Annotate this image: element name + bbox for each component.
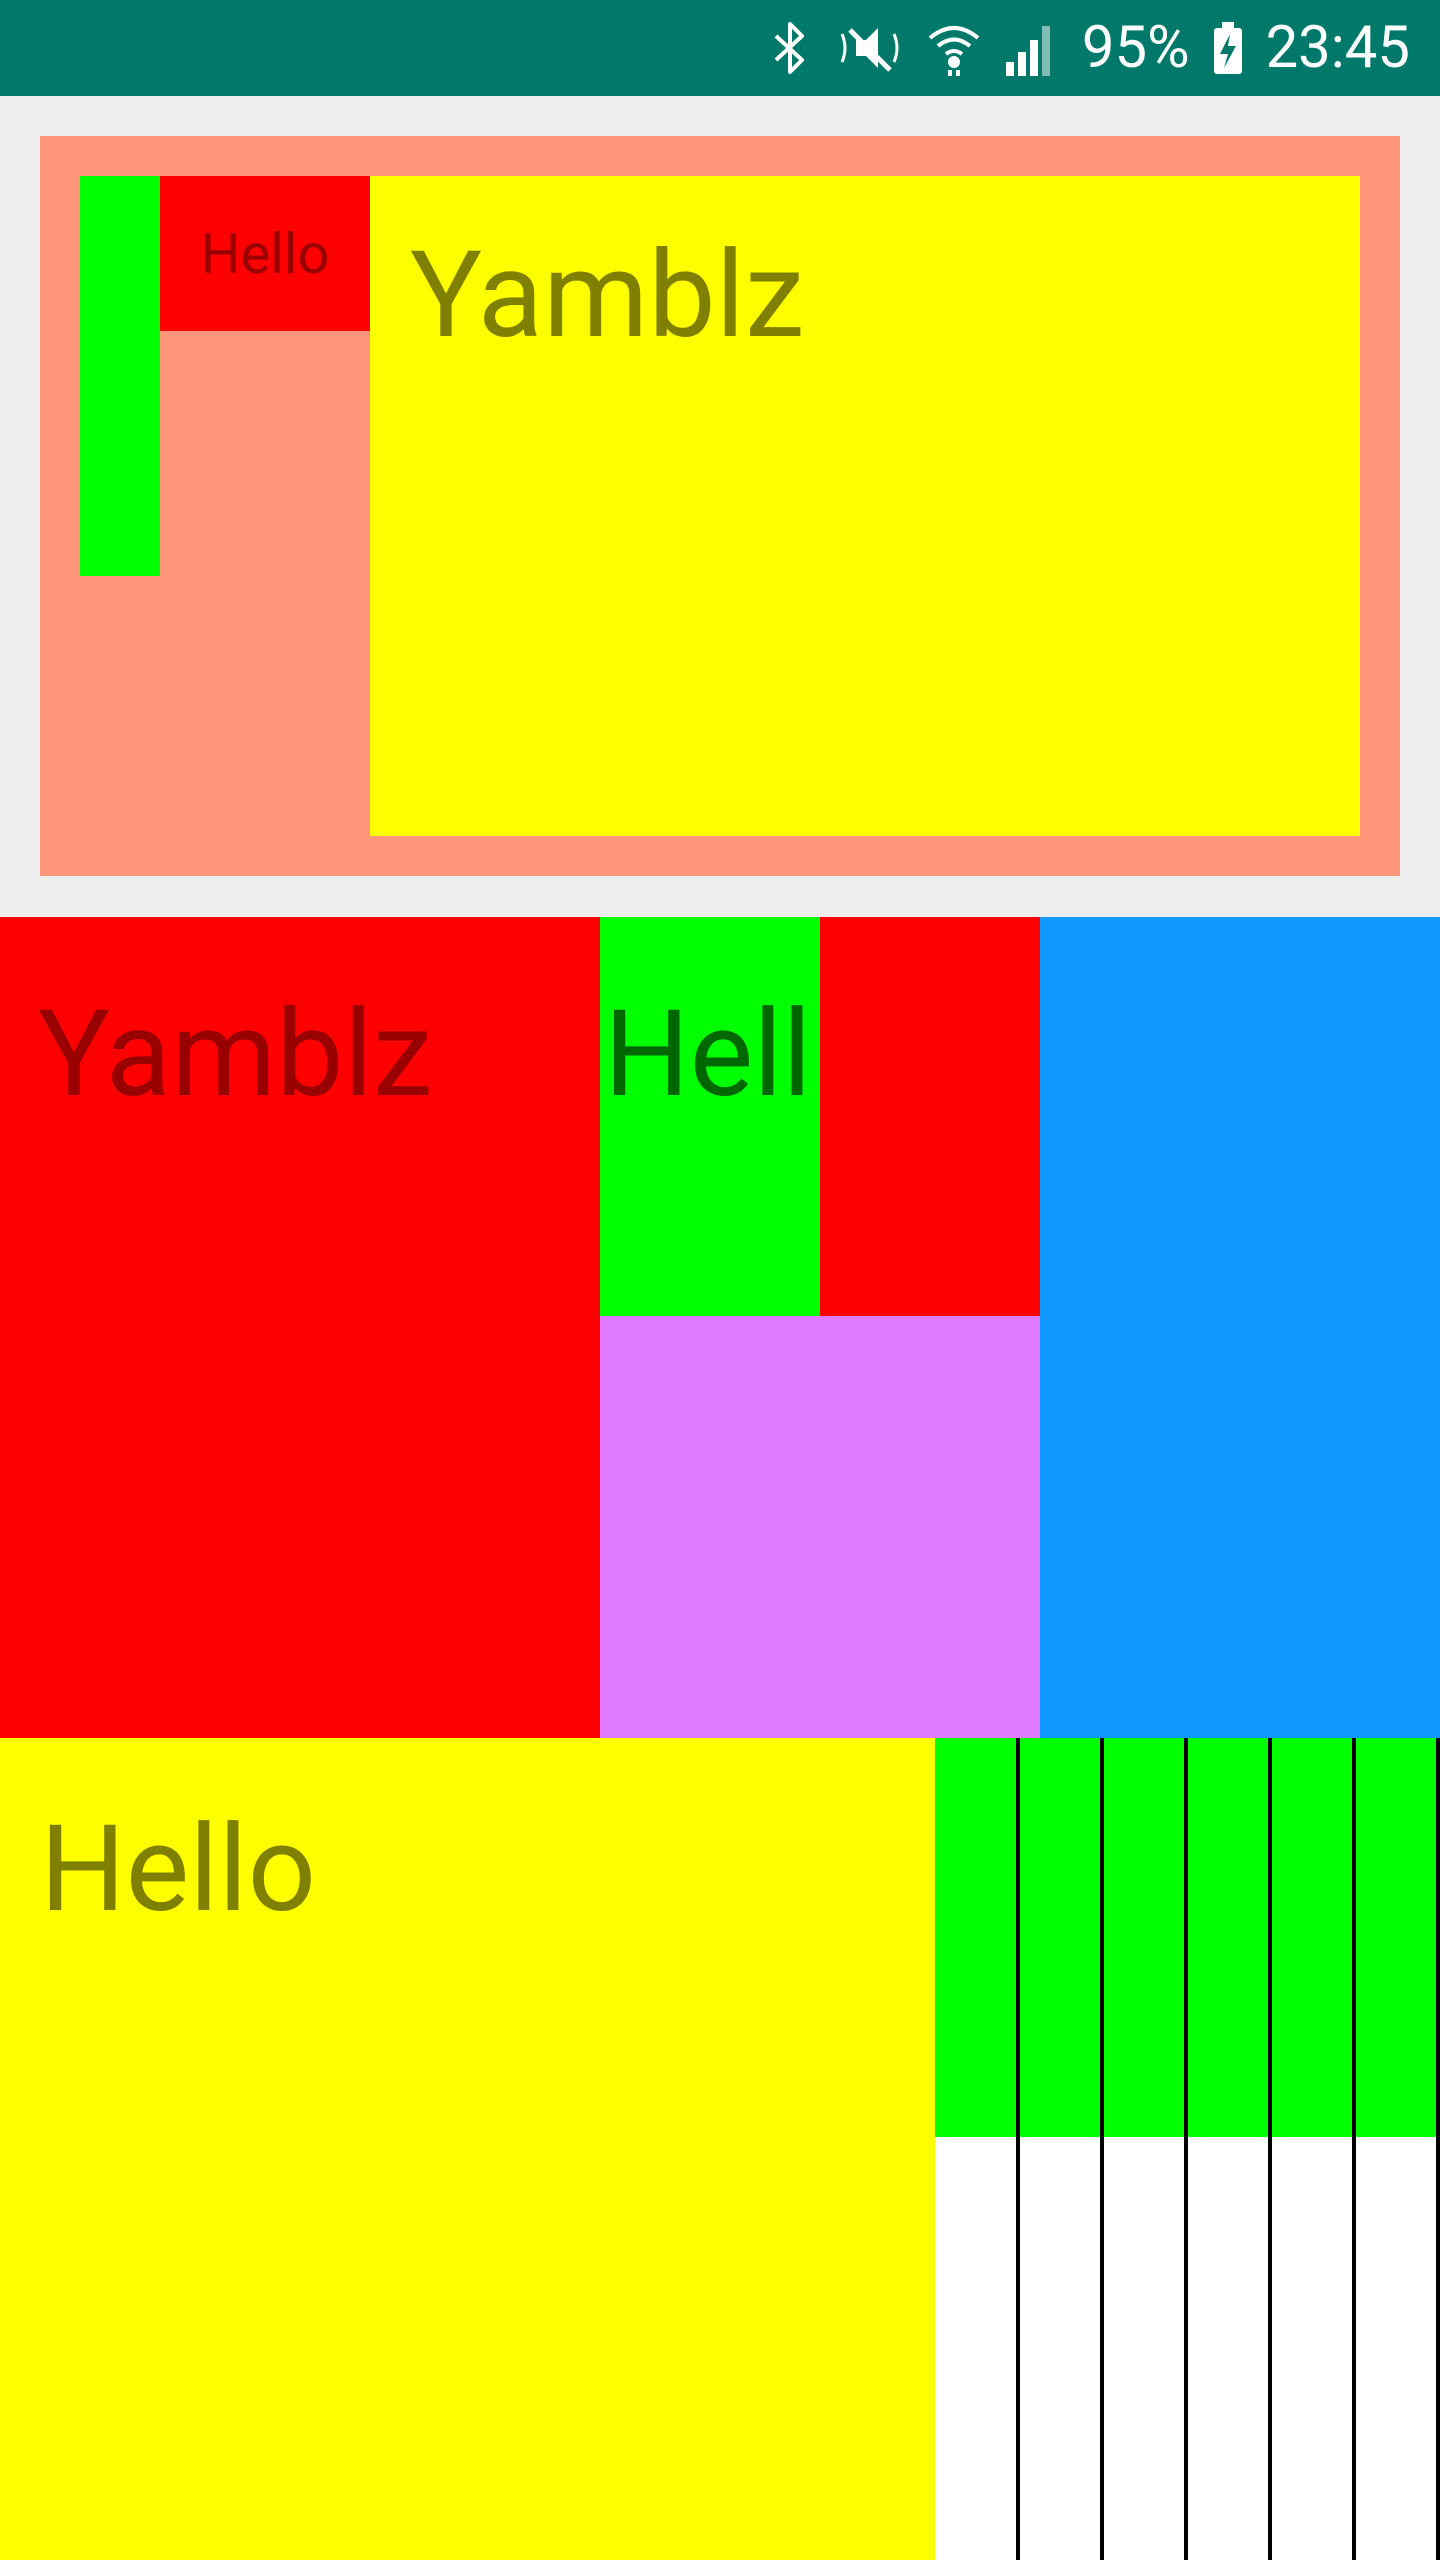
signal-icon <box>1004 20 1060 76</box>
battery-percent: 95% <box>1081 14 1190 82</box>
bluetooth-icon <box>770 20 810 76</box>
green-bar <box>80 176 160 576</box>
purple-box <box>600 1316 1040 1738</box>
red-middle-box <box>820 917 1040 1316</box>
green-middle-box: Hell <box>600 917 820 1316</box>
stripe-line <box>1184 1738 1188 2560</box>
stripe-line <box>1436 1738 1440 2560</box>
yellow-panel: Yamblz <box>370 176 1360 836</box>
mute-icon <box>832 20 904 76</box>
small-hello-label: Hello <box>200 220 330 287</box>
yamblz-title: Yamblz <box>410 226 805 366</box>
hell-label: Hell <box>604 985 812 1125</box>
clock: 23:45 <box>1265 14 1410 82</box>
stripe-line <box>1352 1738 1356 2560</box>
stripe-line <box>1268 1738 1272 2560</box>
red-block: Yamblz <box>0 917 600 1738</box>
yellow-bottom-panel: Hello <box>0 1738 935 2560</box>
status-bar: 95% 23:45 <box>0 0 1440 96</box>
red-hello-box: Hello <box>160 176 370 331</box>
hello-title: Hello <box>40 1800 317 1940</box>
stripe-line <box>1100 1738 1104 2560</box>
blue-box <box>1040 917 1440 1738</box>
status-icons: 95% 23:45 <box>770 0 1410 96</box>
stripe-line <box>1016 1738 1020 2560</box>
yamblz-label: Yamblz <box>38 985 433 1125</box>
battery-charging-icon <box>1212 20 1244 76</box>
wifi-icon <box>926 20 982 76</box>
